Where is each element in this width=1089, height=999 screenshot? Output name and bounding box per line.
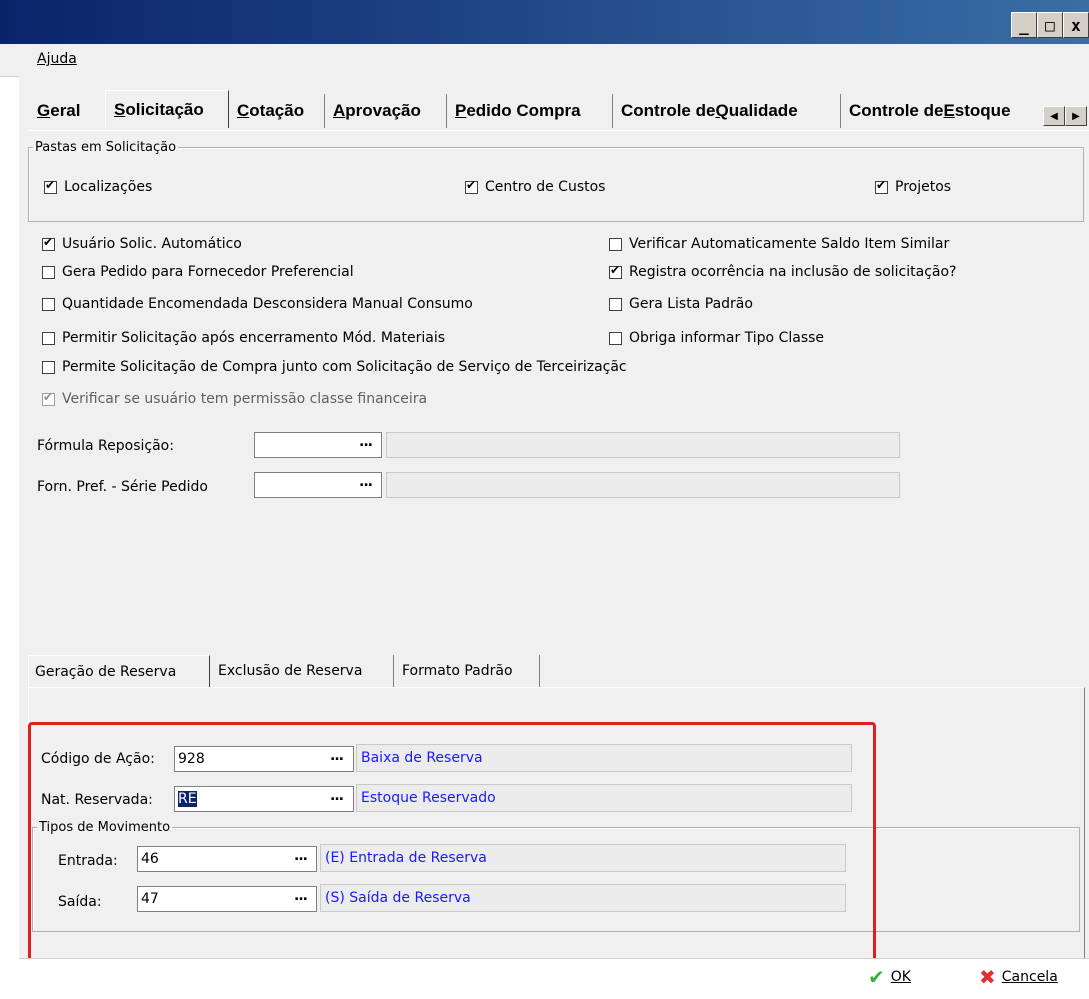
- codigo-acao-input[interactable]: 928: [174, 746, 354, 772]
- nat-reservada-desc: Estoque Reservado: [356, 784, 852, 812]
- tab-solicitacao[interactable]: Solicitação: [105, 90, 229, 128]
- entrada-label: Entrada:: [58, 853, 118, 869]
- menu-bar: Ajuda: [0, 44, 1089, 77]
- nat-reservada-lookup-icon[interactable]: ...: [330, 788, 344, 804]
- checkbox-icon: [42, 390, 55, 406]
- check-icon: ✔: [868, 965, 885, 989]
- nat-reservada-label: Nat. Reservada:: [41, 792, 153, 808]
- ok-button[interactable]: ✔ OK: [868, 965, 911, 989]
- tab-exclusao-reserva[interactable]: Exclusão de Reserva: [212, 655, 394, 687]
- projetos-checkbox[interactable]: Projetos: [875, 178, 951, 195]
- codigo-acao-desc: Baixa de Reserva: [356, 744, 852, 772]
- checkbox-icon: [875, 178, 888, 194]
- codigo-acao-lookup-icon[interactable]: ...: [330, 748, 344, 764]
- tab-aprovacao[interactable]: Aprovação: [325, 94, 447, 128]
- menu-ajuda[interactable]: Ajuda: [37, 51, 77, 67]
- checkbox-icon: [465, 178, 478, 194]
- usuario-solic-checkbox[interactable]: Usuário Solic. Automático: [42, 235, 242, 252]
- gera-lista-checkbox[interactable]: Gera Lista Padrão: [609, 296, 753, 312]
- tab-geracao-reserva[interactable]: Geração de Reserva: [28, 655, 210, 687]
- saida-desc: (S) Saída de Reserva: [320, 884, 846, 912]
- tab-scroll-right-icon[interactable]: ▶: [1065, 106, 1087, 126]
- tab-controle-estoque[interactable]: Controle de Estoque: [841, 94, 1041, 128]
- gera-pedido-checkbox[interactable]: Gera Pedido para Fornecedor Preferencial: [42, 264, 354, 280]
- checkbox-icon: [609, 237, 622, 251]
- checkbox-icon: [42, 235, 55, 251]
- formula-label: Fórmula Reposição:: [37, 438, 174, 454]
- saida-input[interactable]: 47: [137, 886, 317, 912]
- checkbox-icon: [42, 331, 55, 345]
- checkbox-icon: [44, 178, 57, 194]
- formula-lookup-icon[interactable]: ...: [359, 434, 373, 450]
- centro-custos-checkbox[interactable]: Centro de Custos: [465, 178, 605, 195]
- cancel-x-icon: ✖: [979, 965, 996, 989]
- nat-reservada-input[interactable]: RE: [174, 786, 354, 812]
- tab-geral[interactable]: Geral: [29, 94, 109, 128]
- pastas-legend: Pastas em Solicitação: [35, 140, 177, 155]
- entrada-lookup-icon[interactable]: ...: [294, 848, 308, 864]
- tab-scroll-left-icon[interactable]: ◀: [1043, 106, 1065, 126]
- tab-pedido-compra[interactable]: Pedido Compra: [447, 94, 613, 128]
- cancel-button[interactable]: ✖ Cancela: [979, 965, 1058, 989]
- footer-bar: [19, 958, 1089, 999]
- obriga-tipo-checkbox[interactable]: Obriga informar Tipo Classe: [609, 330, 824, 346]
- checkbox-icon: [42, 360, 55, 374]
- quantidade-checkbox[interactable]: Quantidade Encomendada Desconsidera Manu…: [42, 296, 473, 312]
- formula-desc: [386, 432, 900, 458]
- forn-pref-desc: [386, 472, 900, 498]
- maximize-icon[interactable]: □: [1037, 12, 1063, 38]
- minimize-icon[interactable]: _: [1011, 12, 1037, 38]
- tipos-movimento-group: Tipos de Movimento: [32, 820, 1080, 932]
- forn-pref-lookup-icon[interactable]: ...: [359, 474, 373, 490]
- window-controls: _ □ x: [1011, 12, 1089, 40]
- codigo-acao-label: Código de Ação:: [41, 751, 155, 767]
- checkbox-icon: [42, 265, 55, 279]
- checkbox-icon: [609, 331, 622, 345]
- saida-lookup-icon[interactable]: ...: [294, 888, 308, 904]
- checkbox-icon: [42, 297, 55, 311]
- checkbox-icon: [609, 263, 622, 279]
- verificar-saldo-checkbox[interactable]: Verificar Automaticamente Saldo Item Sim…: [609, 236, 949, 252]
- checkbox-icon: [609, 297, 622, 311]
- tab-cotacao[interactable]: Cotação: [229, 94, 325, 128]
- forn-pref-label: Forn. Pref. - Série Pedido: [37, 479, 208, 495]
- localizacoes-checkbox[interactable]: Localizações: [44, 178, 152, 195]
- registra-ocorrencia-checkbox[interactable]: Registra ocorrência na inclusão de solic…: [609, 263, 956, 280]
- close-icon[interactable]: x: [1063, 12, 1089, 38]
- saida-label: Saída:: [58, 894, 102, 910]
- entrada-desc: (E) Entrada de Reserva: [320, 844, 846, 872]
- tab-formato-padrao[interactable]: Formato Padrão: [396, 655, 540, 687]
- tab-controle-qualidade[interactable]: Controle de Qualidade: [613, 94, 841, 128]
- verificar-usuario-checkbox[interactable]: Verificar se usuário tem permissão class…: [42, 390, 427, 407]
- title-bar: [0, 0, 1089, 44]
- permitir-solic-checkbox[interactable]: Permitir Solicitação após encerramento M…: [42, 330, 445, 346]
- tipos-movimento-legend: Tipos de Movimento: [39, 820, 171, 835]
- permite-solic-compra-checkbox[interactable]: Permite Solicitação de Compra junto com …: [42, 359, 627, 375]
- entrada-input[interactable]: 46: [137, 846, 317, 872]
